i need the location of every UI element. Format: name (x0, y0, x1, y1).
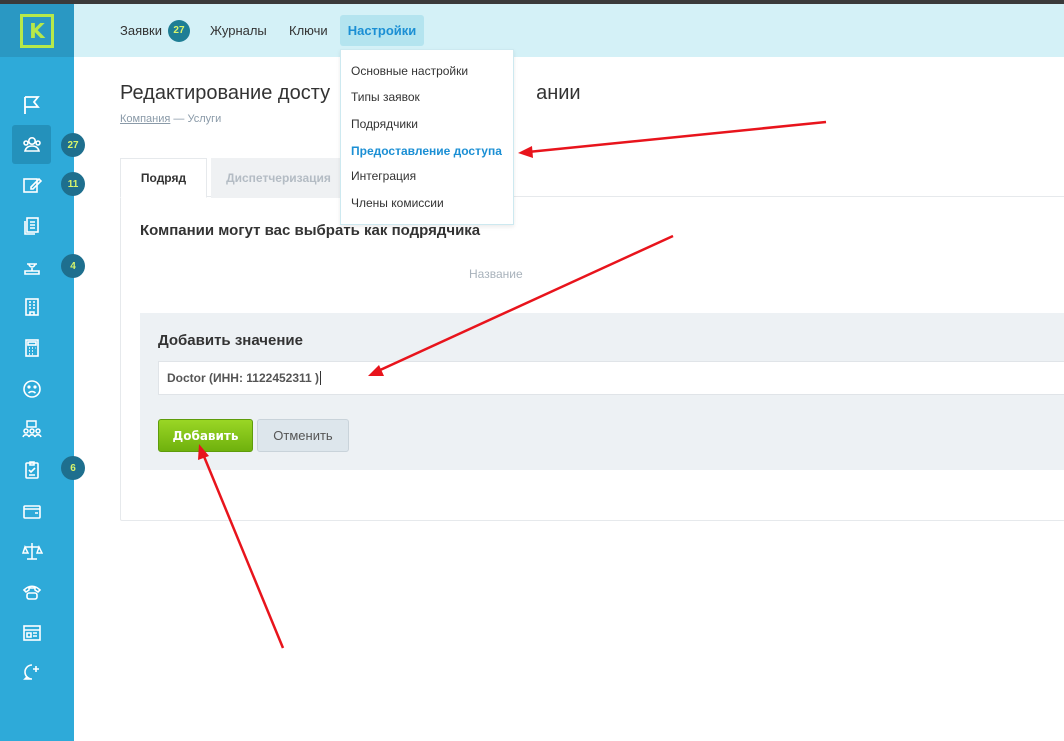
nav-requests-badge: 27 (167, 19, 190, 42)
menu-item-integration[interactable]: Интеграция (351, 169, 416, 183)
settings-dropdown-menu: Основные настройки Типы заявок Подрядчик… (340, 49, 514, 225)
menu-item-commission-members[interactable]: Члены комиссии (351, 196, 444, 210)
menu-item-access-granting[interactable]: Предоставление доступа (351, 144, 502, 158)
breadcrumb-current: — Услуги (170, 113, 222, 125)
wallet-icon (22, 504, 41, 519)
sidebar-item-wallet[interactable] (12, 491, 51, 530)
sidebar-item-calculator[interactable] (12, 328, 51, 367)
building-icon (24, 297, 39, 316)
contractor-input[interactable]: Doctor (ИНН: 1122452311 ) (158, 361, 1064, 395)
top-navigation-bar: Заявки 27 Журналы Ключи Настройки (74, 4, 1064, 57)
sidebar-item-phone[interactable] (12, 572, 51, 611)
chat-add-icon (22, 663, 39, 680)
sidebar-badge-users: 27 (61, 133, 85, 157)
sidebar-item-building[interactable] (12, 287, 51, 326)
add-value-label: Добавить значение (158, 332, 303, 349)
page-title-end: ании (536, 82, 581, 104)
nav-keys[interactable]: Ключи (289, 4, 328, 57)
sidebar-item-law[interactable] (12, 531, 51, 570)
sidebar-badge-checklist: 6 (61, 456, 85, 480)
users-icon (22, 136, 41, 152)
inspector-icon (23, 262, 40, 275)
nav-requests-label: Заявки (120, 23, 162, 38)
app-logo: K (20, 13, 54, 48)
sidebar-item-browser[interactable] (12, 613, 51, 652)
sidebar-item-edit[interactable] (12, 165, 51, 204)
arrow-to-access-menu (527, 120, 827, 154)
clipboard-check-icon (24, 460, 39, 479)
menu-item-contractors[interactable]: Подрядчики (351, 117, 418, 131)
sidebar: K 27 11 4 6 (0, 4, 85, 741)
column-header-name: Название (469, 267, 523, 281)
scales-icon (21, 542, 43, 560)
menu-item-request-types[interactable]: Типы заявок (351, 90, 420, 104)
cancel-button[interactable]: Отменить (257, 419, 349, 452)
sidebar-item-inspector[interactable] (12, 247, 51, 286)
sidebar-item-team[interactable] (12, 409, 51, 448)
arrowhead-access-menu (518, 146, 533, 158)
tab-dispatching[interactable]: Диспетчеризация (211, 158, 346, 198)
sad-face-icon (22, 379, 41, 398)
nav-requests[interactable]: Заявки 27 (120, 4, 190, 57)
sidebar-badge-edit: 11 (61, 172, 85, 196)
tab-contract[interactable]: Подряд (120, 158, 207, 198)
sidebar-item-checklist[interactable] (12, 450, 51, 489)
sidebar-item-complaints[interactable] (12, 369, 51, 408)
page-title-start: Редактирование досту (120, 82, 331, 104)
nav-journals[interactable]: Журналы (210, 4, 267, 57)
flag-icon (23, 95, 40, 114)
calculator-icon (24, 338, 39, 357)
team-icon (21, 419, 42, 437)
browser-icon (22, 624, 41, 641)
phone-icon (22, 584, 41, 600)
sidebar-item-users[interactable] (12, 125, 51, 164)
breadcrumb-company-link[interactable]: Компания (120, 113, 170, 125)
add-button[interactable]: Добавить (158, 419, 253, 452)
contractor-input-value: Doctor (ИНН: 1122452311 ) (167, 371, 320, 385)
sidebar-item-chat[interactable] (12, 652, 51, 691)
menu-item-basic-settings[interactable]: Основные настройки (351, 64, 468, 78)
documents-icon (23, 216, 39, 235)
sidebar-badge-inspector: 4 (61, 254, 85, 278)
breadcrumb: Компания — Услуги (120, 113, 221, 125)
sidebar-item-documents[interactable] (12, 206, 51, 245)
nav-settings[interactable]: Настройки (340, 15, 424, 46)
sidebar-item-flag[interactable] (12, 85, 51, 124)
logo-area[interactable]: K (0, 4, 74, 57)
add-value-form: Добавить значение Doctor (ИНН: 112245231… (140, 313, 1064, 470)
edit-icon (22, 177, 42, 193)
